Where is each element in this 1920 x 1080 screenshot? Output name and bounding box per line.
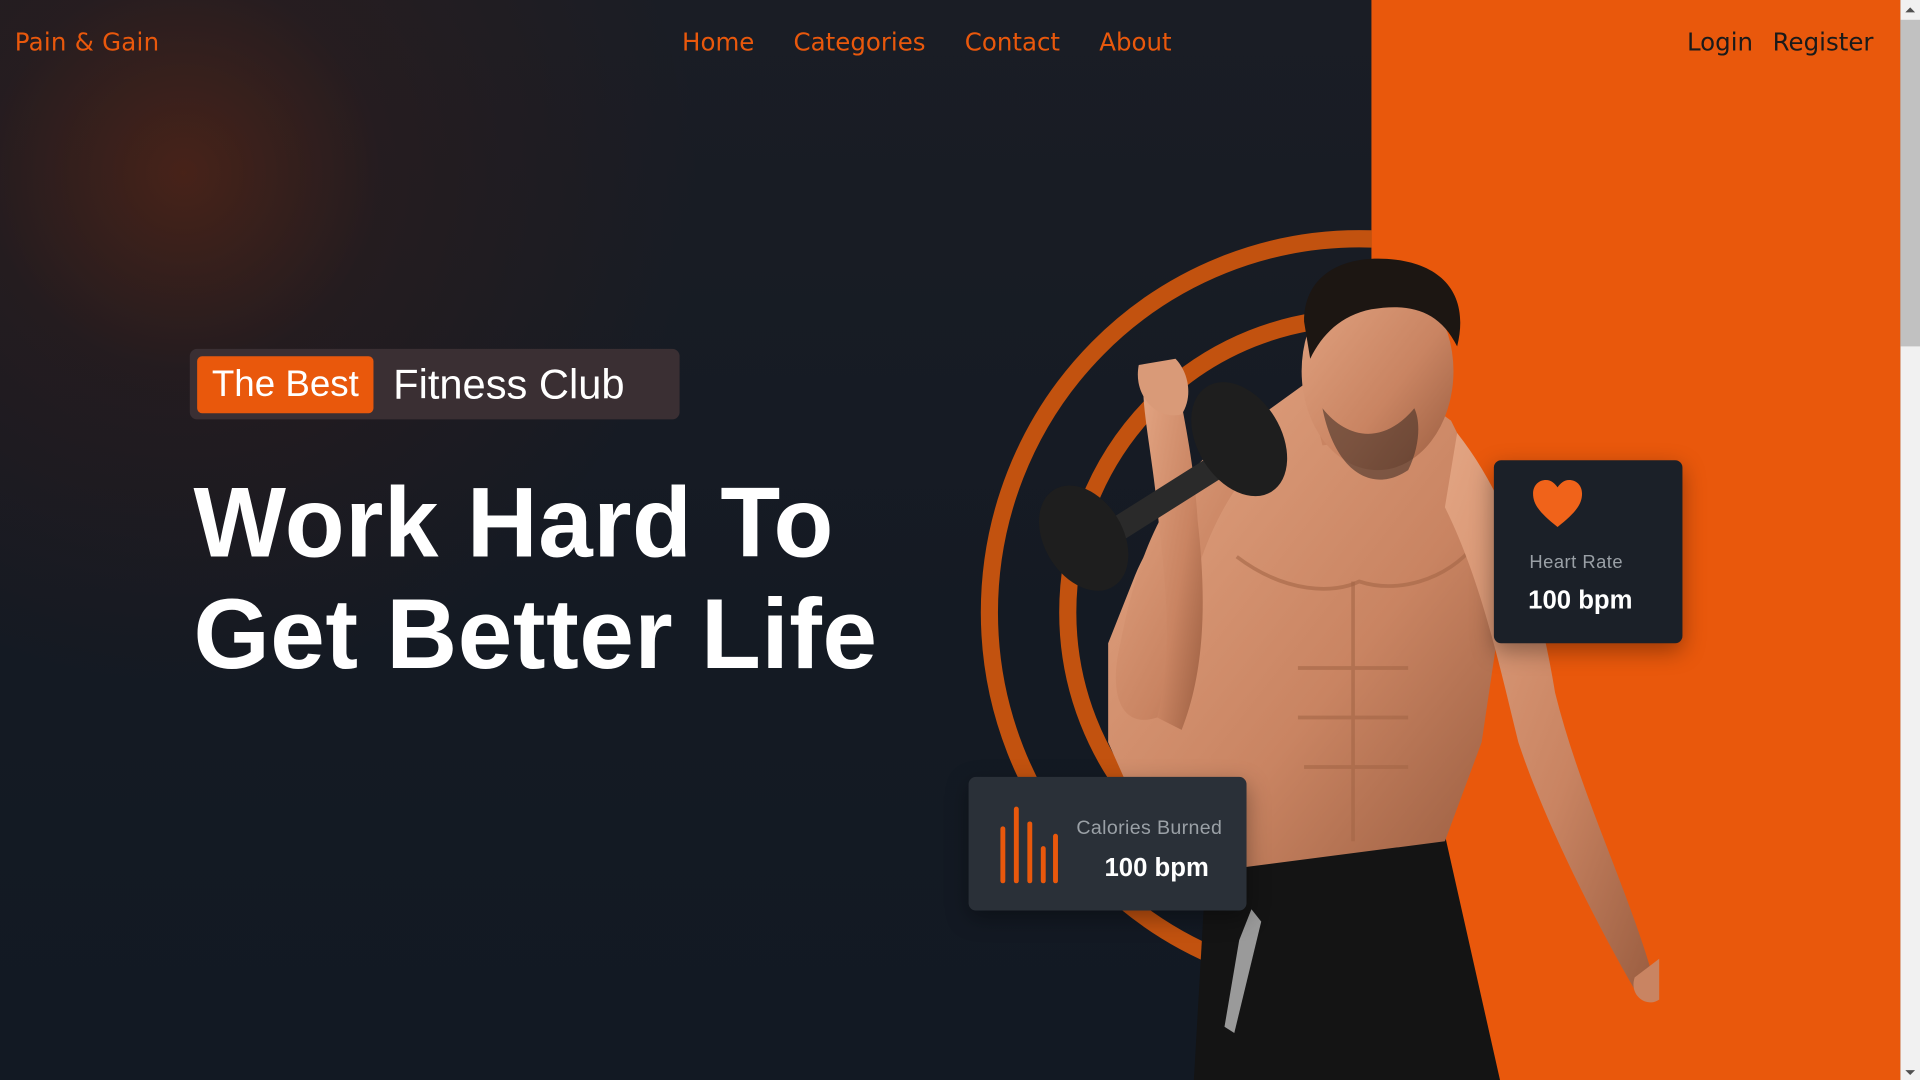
brand-logo-text[interactable]: Pain & Gain	[15, 27, 160, 57]
dumbbell	[1039, 382, 1288, 591]
landing-page: Pain & Gain Home Categories Contact Abou…	[0, 0, 1920, 1080]
calories-card: Calories Burned 100 bpm	[968, 776, 1247, 911]
badge-text: Fitness Club	[393, 360, 625, 408]
hero-title: Work Hard To Get Better Life	[193, 468, 877, 691]
nav-home-link[interactable]: Home	[682, 27, 754, 57]
bar-chart-icon	[1000, 806, 1058, 884]
nav-contact-link[interactable]: Contact	[965, 27, 1060, 57]
heart-rate-card: Heart Rate 100 bpm	[1493, 460, 1683, 644]
calories-value: 100 bpm	[1104, 853, 1209, 883]
hero-title-line-2: Get Better Life	[193, 578, 878, 690]
hero-badge: The Best Fitness Club	[189, 348, 680, 420]
viewport: Pain & Gain Home Categories Contact Abou…	[0, 0, 1920, 1080]
heart-rate-label: Heart Rate	[1529, 551, 1624, 573]
heart-icon	[1533, 479, 1583, 528]
badge-highlight: The Best	[197, 355, 374, 413]
nav-links: Home Categories Contact About	[682, 27, 1172, 57]
register-link[interactable]: Register	[1773, 27, 1874, 57]
heart-rate-value: 100 bpm	[1528, 586, 1633, 615]
scroll-up-icon[interactable]	[1903, 2, 1918, 17]
login-link[interactable]: Login	[1687, 27, 1753, 57]
top-navbar: Pain & Gain Home Categories Contact Abou…	[0, 0, 1900, 89]
nav-about-link[interactable]: About	[1099, 27, 1171, 57]
nav-categories-link[interactable]: Categories	[794, 27, 926, 57]
calories-label: Calories Burned	[1076, 817, 1223, 839]
scrollbar-thumb[interactable]	[1900, 19, 1920, 347]
nav-auth: Login Register	[1687, 27, 1874, 57]
scroll-down-icon[interactable]	[1903, 1066, 1918, 1078]
hero-title-line-1: Work Hard To	[193, 467, 834, 578]
